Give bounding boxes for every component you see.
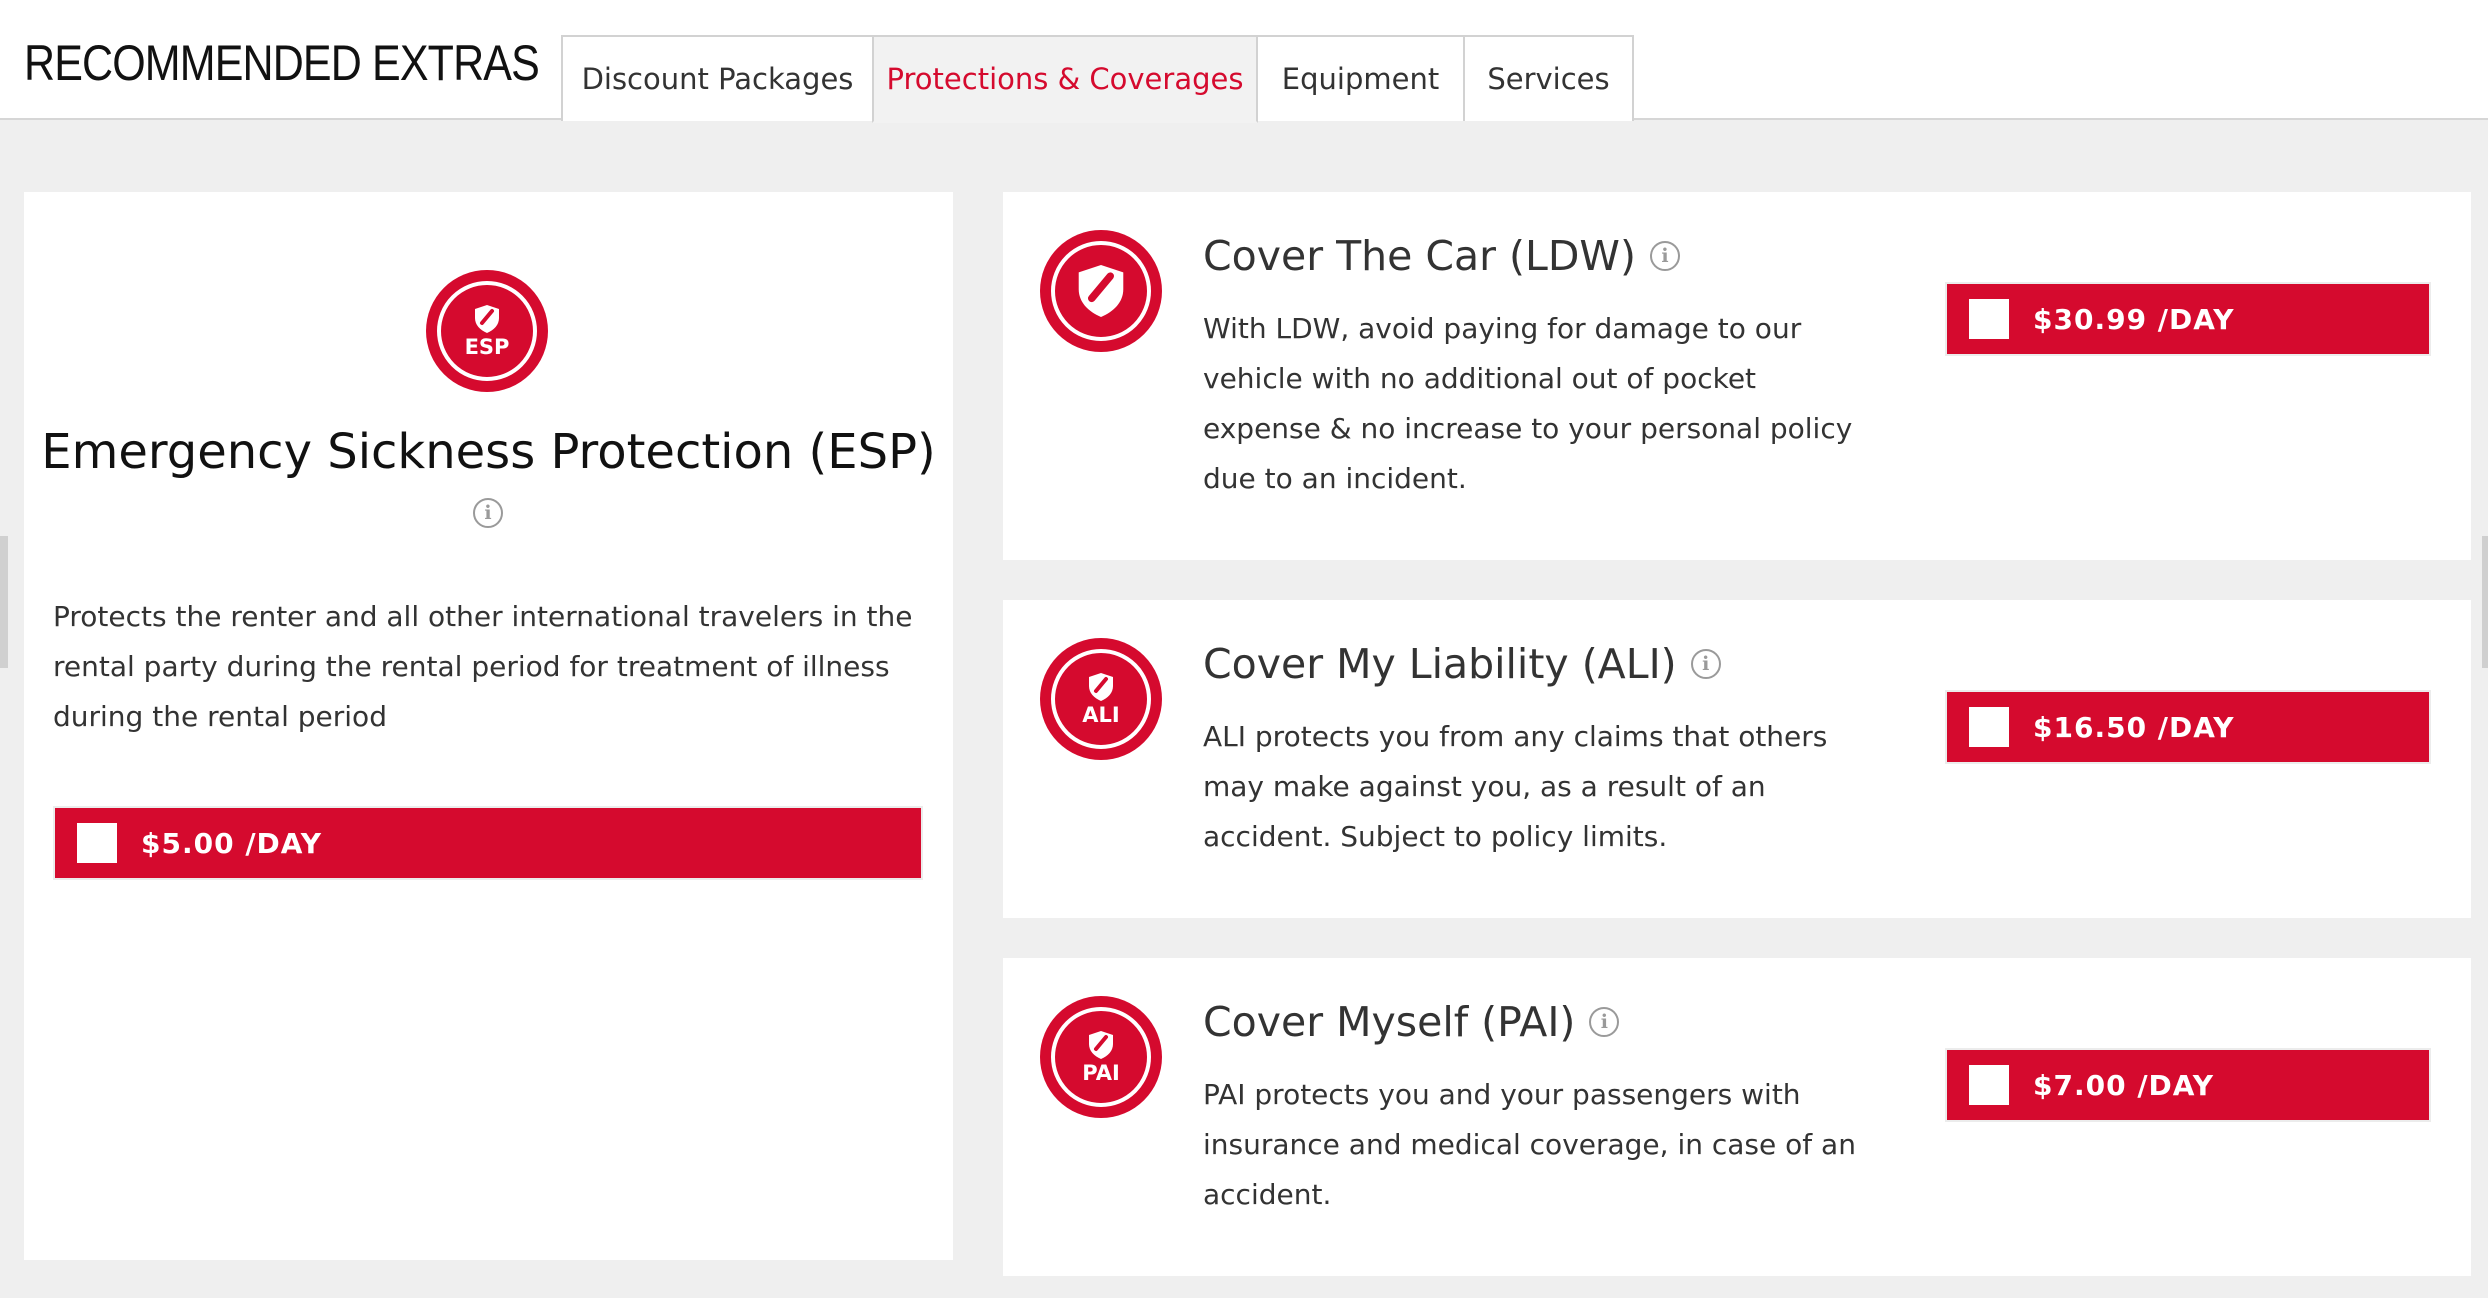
esp-checkbox[interactable]: [77, 823, 117, 863]
pai-title: Cover Myself (PAI) i: [1203, 998, 1620, 1046]
page-title: RECOMMENDED EXTRAS: [24, 35, 540, 91]
shield-icon: [475, 305, 499, 333]
tab-discount-packages[interactable]: Discount Packages: [561, 35, 874, 121]
ali-add-button[interactable]: $16.50 /DAY: [1945, 690, 2431, 764]
tab-bar: Discount Packages Protections & Coverage…: [561, 35, 1634, 123]
pai-card: PAI Cover Myself (PAI) i PAI protects yo…: [1003, 958, 2471, 1276]
pai-badge-code: PAI: [1082, 1061, 1120, 1085]
info-icon[interactable]: i: [473, 498, 503, 528]
esp-description: Protects the renter and all other intern…: [53, 600, 913, 733]
esp-card: ESP Emergency Sickness Protection (ESP) …: [24, 192, 953, 1260]
pai-price-label: $7.00 /DAY: [2033, 1068, 2215, 1102]
ldw-checkbox[interactable]: [1969, 299, 2009, 339]
tab-services[interactable]: Services: [1463, 35, 1634, 121]
ldw-title-text: Cover The Car (LDW): [1203, 232, 1636, 280]
ldw-badge: [1040, 230, 1162, 352]
ali-description: ALI protects you from any claims that ot…: [1203, 720, 1828, 853]
esp-add-button[interactable]: $5.00 /DAY: [53, 806, 923, 880]
ali-price-label: $16.50 /DAY: [2033, 710, 2235, 744]
esp-badge: ESP: [426, 270, 548, 392]
pai-description: PAI protects you and your passengers wit…: [1203, 1078, 1856, 1211]
ldw-add-button[interactable]: $30.99 /DAY: [1945, 282, 2431, 356]
ldw-price-label: $30.99 /DAY: [2033, 302, 2235, 336]
tab-equipment[interactable]: Equipment: [1256, 35, 1465, 121]
tab-protections-coverages[interactable]: Protections & Coverages: [872, 35, 1258, 123]
pai-title-text: Cover Myself (PAI): [1203, 998, 1576, 1046]
shield-icon: [1089, 1031, 1113, 1059]
ldw-card: Cover The Car (LDW) i With LDW, avoid pa…: [1003, 192, 2471, 560]
ali-badge-code: ALI: [1082, 703, 1120, 727]
esp-price-label: $5.00 /DAY: [141, 826, 323, 860]
ali-card: ALI Cover My Liability (ALI) i ALI prote…: [1003, 600, 2471, 918]
header-bar: RECOMMENDED EXTRAS Discount Packages Pro…: [0, 0, 2488, 123]
ali-title: Cover My Liability (ALI) i: [1203, 640, 1721, 688]
pai-badge: PAI: [1040, 996, 1162, 1118]
info-icon[interactable]: i: [1589, 1007, 1620, 1037]
ali-checkbox[interactable]: [1969, 707, 2009, 747]
shield-icon: [1089, 673, 1113, 701]
pai-add-button[interactable]: $7.00 /DAY: [1945, 1048, 2431, 1122]
ali-title-text: Cover My Liability (ALI): [1203, 640, 1677, 688]
scroll-edge-right: [2482, 536, 2488, 668]
esp-badge-code: ESP: [464, 335, 510, 359]
info-icon[interactable]: i: [1649, 241, 1680, 271]
info-icon[interactable]: i: [1690, 649, 1721, 679]
esp-title: Emergency Sickness Protection (ESP): [41, 424, 936, 480]
ldw-title: Cover The Car (LDW) i: [1203, 232, 1680, 280]
scroll-edge-left: [0, 536, 8, 668]
shield-icon: [1078, 265, 1124, 317]
ldw-description: With LDW, avoid paying for damage to our…: [1203, 312, 1853, 495]
pai-checkbox[interactable]: [1969, 1065, 2009, 1105]
ali-badge: ALI: [1040, 638, 1162, 760]
